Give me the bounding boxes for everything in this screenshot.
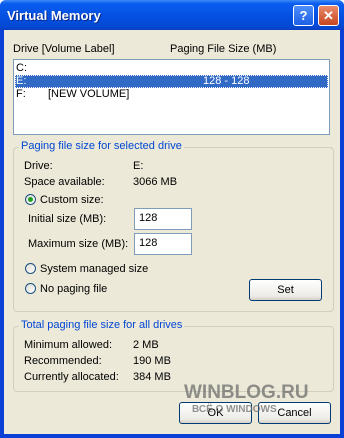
currently-allocated-value: 384 MB [133,371,171,383]
minimum-allowed-value: 2 MB [133,339,159,351]
close-icon: ✕ [323,8,334,23]
watermark-tagline: ВСЁ О WINDOWS [192,404,277,415]
dialog-body: Drive [Volume Label] Paging File Size (M… [4,30,340,434]
window-title: Virtual Memory [7,8,101,23]
set-button-label: Set [277,284,294,296]
maximum-size-label: Maximum size (MB): [28,238,129,250]
currently-allocated-label: Currently allocated: [24,371,119,383]
maximum-size-input[interactable]: 128 [134,233,192,255]
no-paging-file-radio[interactable] [25,283,36,294]
selected-drive-group-title: Paging file size for selected drive [19,140,184,152]
system-managed-label[interactable]: System managed size [40,263,148,275]
help-icon: ? [299,8,308,23]
drive-letter: C: [16,62,27,74]
paging-size-column-header: Paging File Size (MB) [170,43,277,55]
drive-paging-size: 128 - 128 [203,75,250,87]
space-available-label: Space available: [24,176,105,188]
virtual-memory-dialog: Virtual Memory ? ✕ Drive [Volume Label] … [0,0,344,438]
drive-letter: F: [16,88,26,100]
drive-column-header: Drive [Volume Label] [13,43,115,55]
recommended-value: 190 MB [133,355,171,367]
watermark-site: WINBLOG.RU [184,382,309,403]
drive-label: Drive: [24,160,53,172]
minimum-allowed-label: Minimum allowed: [24,339,113,351]
initial-size-value: 128 [139,212,158,224]
total-paging-group-title: Total paging file size for all drives [19,319,185,331]
space-available-value: 3066 MB [133,176,178,188]
radio-selected-dot [28,197,33,202]
drive-row-e[interactable]: E: 128 - 128 [15,75,328,88]
drive-row-c[interactable]: C: [15,62,328,75]
system-managed-radio[interactable] [25,263,36,274]
maximum-size-value: 128 [139,237,158,249]
close-button[interactable]: ✕ [318,5,339,26]
drive-list[interactable]: C: E: 128 - 128 F: [NEW VOLUME] [13,59,330,135]
title-bar[interactable]: Virtual Memory ? ✕ [0,0,344,30]
drive-row-f[interactable]: F: [NEW VOLUME] [15,88,328,101]
initial-size-label: Initial size (MB): [28,213,107,225]
set-button[interactable]: Set [249,279,322,301]
cancel-button-label: Cancel [277,407,312,419]
drive-letter: E: [16,75,27,87]
help-button[interactable]: ? [293,5,314,26]
initial-size-input[interactable]: 128 [134,208,192,230]
no-paging-file-label[interactable]: No paging file [40,283,107,295]
custom-size-radio[interactable] [25,194,36,205]
custom-size-label[interactable]: Custom size: [40,194,104,206]
drive-value: E: [133,160,144,172]
drive-volume-label: [NEW VOLUME] [48,88,130,100]
recommended-label: Recommended: [24,355,102,367]
